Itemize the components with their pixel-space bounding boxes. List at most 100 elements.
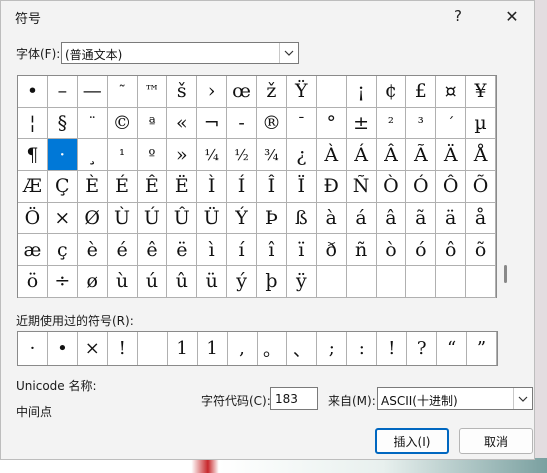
symbol-cell[interactable]: Ø bbox=[77, 202, 108, 235]
symbol-cell[interactable] bbox=[376, 266, 407, 298]
symbol-cell[interactable]: ² bbox=[376, 107, 407, 140]
symbol-cell[interactable]: ó bbox=[406, 234, 437, 267]
symbol-cell[interactable]: ï bbox=[286, 234, 317, 267]
symbol-cell[interactable]: Ç bbox=[47, 171, 78, 203]
symbol-cell[interactable]: æ bbox=[18, 234, 48, 267]
symbol-cell[interactable]: ¨ bbox=[77, 107, 108, 140]
symbol-cell[interactable]: é bbox=[107, 234, 138, 267]
symbol-cell[interactable]: £ bbox=[406, 76, 437, 108]
symbol-cell[interactable]: ž bbox=[257, 76, 287, 108]
symbol-cell[interactable]: » bbox=[167, 139, 198, 172]
symbol-cell[interactable]: Ú bbox=[137, 202, 168, 235]
symbol-cell[interactable]: Ò bbox=[376, 171, 407, 203]
symbol-cell[interactable]: ¶ bbox=[18, 139, 48, 172]
symbol-cell[interactable]: Å bbox=[466, 139, 496, 172]
recent-symbol-cell[interactable]: 。 bbox=[258, 332, 288, 365]
symbol-cell[interactable]: Ð bbox=[316, 171, 347, 203]
font-select[interactable]: (普通文本) bbox=[61, 42, 299, 64]
symbol-cell[interactable]: ¸ bbox=[77, 139, 108, 172]
symbol-cell[interactable]: ¬ bbox=[197, 107, 228, 140]
chevron-down-icon[interactable] bbox=[513, 388, 532, 409]
symbol-cell[interactable]: è bbox=[77, 234, 108, 267]
symbol-cell[interactable]: Ô bbox=[436, 171, 467, 203]
help-button[interactable]: ? bbox=[436, 1, 480, 31]
symbol-cell[interactable]: › bbox=[197, 76, 228, 108]
symbol-cell[interactable]: â bbox=[376, 202, 407, 235]
symbol-cell[interactable]: ® bbox=[257, 107, 287, 140]
recent-symbol-cell[interactable]: , bbox=[228, 332, 258, 365]
close-button[interactable]: ✕ bbox=[490, 1, 534, 31]
symbol-cell[interactable]: ë bbox=[167, 234, 198, 267]
symbol-cell[interactable]: Ã bbox=[406, 139, 437, 172]
symbol-cell[interactable]: · bbox=[47, 139, 78, 172]
symbol-cell[interactable]: ª bbox=[137, 107, 168, 140]
from-select[interactable]: ASCII(十进制) bbox=[377, 387, 533, 410]
symbol-cell[interactable]: ê bbox=[137, 234, 168, 267]
symbol-cell[interactable]: Õ bbox=[466, 171, 496, 203]
symbol-cell[interactable]: ì bbox=[197, 234, 228, 267]
symbol-cell[interactable]: ¼ bbox=[197, 139, 228, 172]
symbol-cell[interactable]: ö bbox=[18, 266, 48, 298]
chevron-down-icon[interactable] bbox=[279, 43, 298, 63]
symbol-cell[interactable]: — bbox=[77, 76, 108, 108]
symbol-cell[interactable]: í bbox=[227, 234, 257, 267]
symbol-cell[interactable] bbox=[436, 266, 467, 298]
cancel-button[interactable]: 取消 bbox=[459, 428, 533, 454]
symbol-cell[interactable]: þ bbox=[257, 266, 287, 298]
symbol-cell[interactable]: È bbox=[77, 171, 108, 203]
symbol-cell[interactable]: ü bbox=[197, 266, 228, 298]
symbol-cell[interactable]: ú bbox=[137, 266, 168, 298]
symbol-cell[interactable]: - bbox=[227, 107, 257, 140]
symbol-cell[interactable]: Ö bbox=[18, 202, 48, 235]
symbol-cell[interactable]: « bbox=[167, 107, 198, 140]
symbol-cell[interactable]: ¾ bbox=[257, 139, 287, 172]
symbol-cell[interactable]: µ bbox=[466, 107, 496, 140]
symbol-cell[interactable]: ´ bbox=[436, 107, 467, 140]
symbol-cell[interactable]: § bbox=[47, 107, 78, 140]
symbol-cell[interactable]: © bbox=[107, 107, 138, 140]
symbol-cell[interactable]: œ bbox=[227, 76, 257, 108]
symbol-cell[interactable]: Æ bbox=[18, 171, 48, 203]
recent-symbol-cell[interactable]: 1 bbox=[198, 332, 228, 365]
symbol-cell[interactable]: ¥ bbox=[466, 76, 496, 108]
symbol-cell[interactable]: ¦ bbox=[18, 107, 48, 140]
char-code-input[interactable]: 183 bbox=[270, 387, 318, 410]
symbol-cell[interactable]: ä bbox=[436, 202, 467, 235]
symbol-cell[interactable]: ˜ bbox=[107, 76, 138, 108]
symbol-cell[interactable]: ç bbox=[47, 234, 78, 267]
symbol-cell[interactable]: ò bbox=[376, 234, 407, 267]
symbol-cell[interactable]: à bbox=[316, 202, 347, 235]
symbol-cell[interactable]: Ï bbox=[286, 171, 317, 203]
symbol-cell[interactable]: Â bbox=[376, 139, 407, 172]
symbol-cell[interactable]: Ó bbox=[406, 171, 437, 203]
symbol-cell[interactable]: ° bbox=[316, 107, 347, 140]
recent-symbol-cell[interactable]: · bbox=[18, 332, 48, 365]
symbol-cell[interactable]: ½ bbox=[227, 139, 257, 172]
symbol-cell[interactable]: Û bbox=[167, 202, 198, 235]
symbol-cell[interactable]: ù bbox=[107, 266, 138, 298]
symbol-cell[interactable]: ¿ bbox=[286, 139, 317, 172]
symbol-cell[interactable]: š bbox=[167, 76, 198, 108]
insert-button[interactable]: 插入(I) bbox=[375, 428, 449, 454]
symbol-cell[interactable] bbox=[316, 266, 347, 298]
symbol-cell[interactable]: × bbox=[47, 202, 78, 235]
symbol-cell[interactable]: Ë bbox=[167, 171, 198, 203]
symbol-cell[interactable]: ¤ bbox=[436, 76, 467, 108]
recent-symbol-cell[interactable]: ” bbox=[467, 332, 497, 365]
symbol-cell[interactable]: ÷ bbox=[47, 266, 78, 298]
symbol-cell[interactable]: ã bbox=[406, 202, 437, 235]
symbol-grid-scrollbar[interactable] bbox=[497, 75, 515, 298]
symbol-cell[interactable]: Þ bbox=[257, 202, 287, 235]
symbol-cell[interactable]: • bbox=[18, 76, 48, 108]
symbol-cell[interactable]: ô bbox=[436, 234, 467, 267]
symbol-cell[interactable]: ¯ bbox=[286, 107, 317, 140]
symbol-cell[interactable]: ñ bbox=[346, 234, 377, 267]
symbol-cell[interactable]: É bbox=[107, 171, 138, 203]
symbol-cell[interactable]: ± bbox=[346, 107, 377, 140]
symbol-cell[interactable]: õ bbox=[466, 234, 496, 267]
recent-symbol-cell[interactable] bbox=[138, 332, 168, 365]
symbol-cell[interactable] bbox=[466, 266, 496, 298]
symbol-cell[interactable]: ™ bbox=[137, 76, 168, 108]
symbol-cell[interactable]: Ê bbox=[137, 171, 168, 203]
recent-symbol-cell[interactable]: ? bbox=[407, 332, 438, 365]
